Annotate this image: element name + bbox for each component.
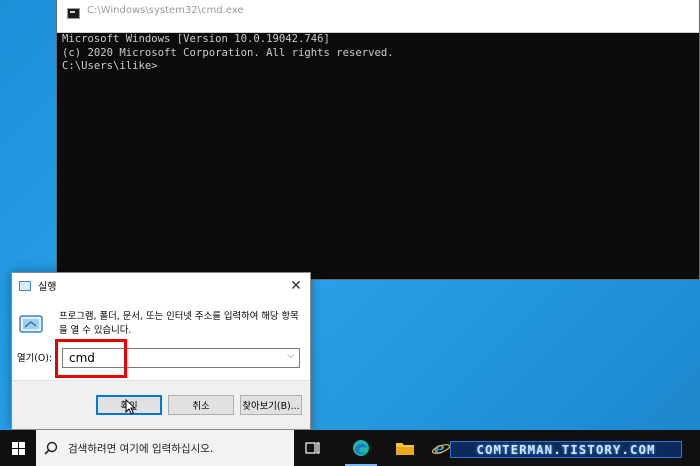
run-program-icon — [19, 315, 43, 333]
cancel-button[interactable]: 취소 — [168, 395, 234, 415]
watermark: COMTERMAN.TISTORY.COM — [450, 441, 682, 458]
open-label: 열기(O): — [17, 353, 53, 364]
browse-button[interactable]: 찾아보기(B)... — [240, 395, 302, 415]
run-titlebar[interactable]: 실행 ✕ — [12, 273, 310, 298]
search-placeholder: 검색하려면 여기에 입력하십시오. — [68, 442, 214, 455]
cmd-title: C:\Windows\system32\cmd.exe — [87, 4, 244, 16]
search-icon — [44, 441, 58, 455]
run-title: 실행 — [38, 282, 57, 293]
file-explorer-icon[interactable] — [394, 438, 416, 458]
mouse-cursor-icon — [125, 399, 137, 415]
cmd-line: Microsoft Windows [Version 10.0.19042.74… — [62, 33, 330, 45]
chevron-down-icon[interactable]: ⌵ — [287, 351, 294, 361]
edge-icon[interactable] — [350, 438, 372, 458]
internet-explorer-icon[interactable]: e — [430, 438, 452, 458]
cmd-icon — [67, 7, 80, 19]
run-dialog[interactable]: 실행 ✕ 프로그램, 폴더, 문서, 또는 인터넷 주소를 입력하여 해당 항목… — [11, 272, 311, 430]
cmd-window[interactable]: C:\Windows\system32\cmd.exe Microsoft Wi… — [56, 0, 700, 280]
cmd-prompt: C:\Users\ilike> — [62, 60, 158, 72]
taskbar-search[interactable]: 검색하려면 여기에 입력하십시오. — [36, 430, 294, 466]
cmd-line: (c) 2020 Microsoft Corporation. All righ… — [62, 46, 394, 59]
highlight-box — [55, 339, 127, 378]
cmd-titlebar[interactable]: C:\Windows\system32\cmd.exe — [57, 0, 699, 33]
cmd-console[interactable]: Microsoft Windows [Version 10.0.19042.74… — [57, 33, 699, 74]
close-icon[interactable]: ✕ — [282, 273, 310, 298]
task-view-icon[interactable] — [302, 438, 324, 458]
run-description: 프로그램, 폴더, 문서, 또는 인터넷 주소를 입력하여 해당 항목을 열 수… — [59, 311, 299, 336]
start-button[interactable] — [0, 430, 36, 466]
windows-logo-icon — [11, 441, 25, 455]
run-app-icon — [19, 280, 31, 291]
